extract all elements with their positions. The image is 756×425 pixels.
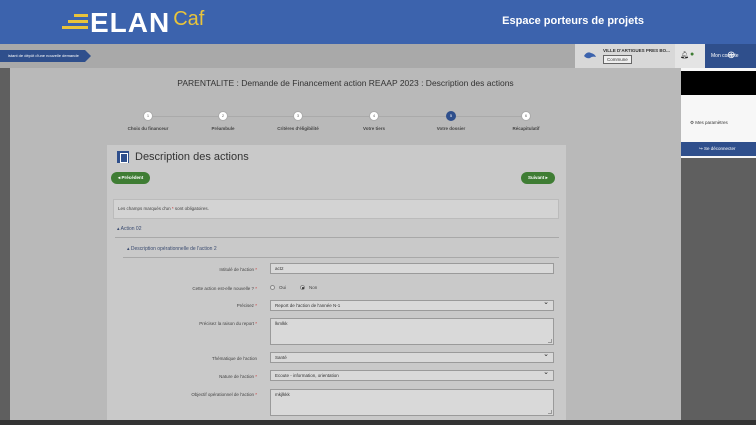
arrow-right-icon: ▸ xyxy=(544,175,548,180)
step-6-dot: 6 xyxy=(521,111,531,121)
notice-text-end: sont obligatoires. xyxy=(173,206,209,211)
label-raison: Précisez la raison du report * xyxy=(199,321,257,326)
logo-caf-text: Caf xyxy=(173,7,205,30)
breadcrumb-bar: istant de dépôt d'une nouvelle demande xyxy=(0,44,575,68)
cursor-icon: ⊕ xyxy=(727,50,736,61)
section-description-title: Description opérationnelle de l'action 2 xyxy=(130,246,217,252)
section-description-toggle[interactable]: ▴ Description opérationnelle de l'action… xyxy=(127,246,217,252)
label-nature: Nature de l'action * xyxy=(219,374,257,379)
user-name: VILLE D'ARTIGUES PRES BO... xyxy=(603,48,670,53)
step-5-dot: 5 xyxy=(446,111,456,121)
label-precisez: Précisez * xyxy=(236,303,257,308)
step-2-dot: 2 xyxy=(218,111,228,121)
step-2-label: Préambule xyxy=(211,126,235,131)
intitule-input[interactable]: act2 xyxy=(270,263,554,274)
required-fields-notice: Les champs marqués d'un * sont obligatoi… xyxy=(113,199,559,219)
logout-button[interactable]: ↪ Se déconnecter xyxy=(681,142,756,156)
label-nouvelle: Cette action est-elle nouvelle ? * xyxy=(192,286,257,291)
description-card: Description des actions ◂ Précédent Suiv… xyxy=(107,145,566,425)
logo-elan-text: ELAN xyxy=(90,7,171,38)
radio-oui-label: Oui xyxy=(279,285,287,290)
step-4-dot: 4 xyxy=(369,111,379,121)
label-objectif: Objectif opérationnel de l'action * xyxy=(191,392,257,397)
step-4-label: Votre tiers xyxy=(363,126,385,131)
subsection-divider xyxy=(123,257,559,258)
step-3[interactable]: 3 Critères d'éligibilité xyxy=(268,111,328,131)
status-online-icon: ● xyxy=(690,51,695,58)
previous-button[interactable]: ◂ Précédent xyxy=(111,172,151,184)
step-5-label: Votre dossier xyxy=(436,126,466,131)
step-4[interactable]: 4 Votre tiers xyxy=(344,111,404,131)
step-5[interactable]: 5 Votre dossier xyxy=(421,111,481,131)
radio-non[interactable] xyxy=(300,285,306,290)
step-1[interactable]: 1 Choix du financeur xyxy=(118,111,178,131)
bell-icon[interactable]: 🔔︎ xyxy=(680,51,689,59)
user-type-badge: Commune xyxy=(603,55,632,64)
page-title: PARENTALITE : Demande de Financement act… xyxy=(177,78,514,88)
params-label: Mes paramètres xyxy=(695,120,728,125)
section-action-title: Action 02 xyxy=(120,226,142,232)
top-header: ELAN Caf Espace porteurs de projets xyxy=(0,0,756,44)
section-action-toggle[interactable]: ▴ Action 02 xyxy=(117,226,141,232)
nouvelle-radio-group: Oui Non xyxy=(270,285,317,290)
organization-logo-icon xyxy=(584,52,596,59)
step-2[interactable]: 2 Préambule xyxy=(193,111,253,131)
next-button[interactable]: Suivant ▸ xyxy=(521,172,555,184)
step-3-label: Critères d'éligibilité xyxy=(277,126,319,131)
notifications[interactable]: 🔔︎ ● xyxy=(675,44,705,68)
nature-select[interactable]: Ecoute - information, orientation xyxy=(270,370,554,381)
user-info[interactable]: VILLE D'ARTIGUES PRES BO... Commune xyxy=(575,44,675,68)
label-thematique: Thématique de l'action xyxy=(211,356,257,361)
step-3-dot: 3 xyxy=(293,111,303,121)
notice-text-start: Les champs marqués d'un xyxy=(118,206,172,211)
objectif-textarea[interactable]: mkjlkkk xyxy=(270,389,554,416)
section-divider xyxy=(115,237,559,238)
step-6-label: Récapitulatif xyxy=(512,126,540,131)
account-button[interactable]: Mon compte ⊕ xyxy=(705,44,756,68)
logo-stripes-icon xyxy=(62,12,88,34)
document-icon xyxy=(117,151,129,163)
dropdown-item-params[interactable]: ⚙ Mes paramètres xyxy=(690,120,728,126)
raison-textarea[interactable]: lkmlkk xyxy=(270,318,554,345)
elan-caf-logo[interactable]: ELAN Caf xyxy=(62,6,204,40)
bottom-edge xyxy=(0,420,756,425)
thematique-select[interactable]: Santé xyxy=(270,352,554,363)
previous-label: Précédent xyxy=(121,175,144,180)
dropdown-redacted-block xyxy=(681,71,756,95)
step-1-label: Choix du financeur xyxy=(127,126,169,131)
card-title: Description des actions xyxy=(135,151,249,163)
radio-oui[interactable] xyxy=(270,285,275,290)
label-intitule: Intitulé de l'action * xyxy=(219,267,257,272)
step-6[interactable]: 6 Récapitulatif xyxy=(496,111,556,131)
breadcrumb-current[interactable]: istant de dépôt d'une nouvelle demande xyxy=(0,50,91,62)
step-1-dot: 1 xyxy=(143,111,153,121)
radio-non-label: Non xyxy=(309,285,318,290)
precisez-select[interactable]: Report de l'action de l'année N-1 xyxy=(270,300,554,311)
next-label: Suivant xyxy=(528,175,545,180)
logout-label: Se déconnecter xyxy=(704,146,736,151)
header-title: Espace porteurs de projets xyxy=(502,15,644,27)
